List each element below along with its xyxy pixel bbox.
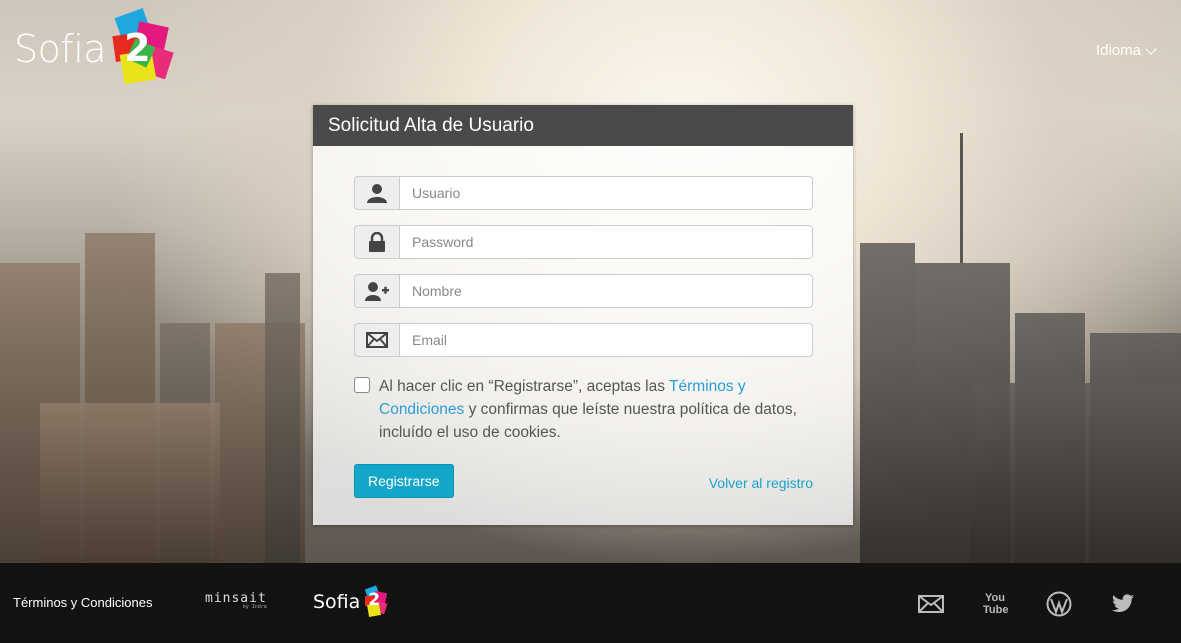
footer-logo-mark-icon: 2 [362, 585, 388, 617]
card-title: Solicitud Alta de Usuario [313, 105, 853, 146]
footer: Términos y Condiciones minsait by Indra … [0, 563, 1181, 643]
add-user-icon [354, 274, 399, 308]
email-input[interactable] [399, 323, 813, 357]
register-button[interactable]: Registrarse [354, 464, 454, 498]
chevron-down-icon [1145, 42, 1157, 55]
minsait-logo[interactable]: minsait by Indra [205, 591, 267, 610]
footer-terms-link[interactable]: Términos y Condiciones [13, 595, 152, 610]
password-field [354, 225, 813, 259]
terms-prefix: Al hacer clic en “Registrarse”, aceptas … [379, 378, 670, 395]
wordpress-icon[interactable] [1044, 589, 1074, 619]
mail-icon[interactable] [916, 589, 946, 619]
footer-logo-number: 2 [368, 590, 381, 610]
language-label: Idioma [1095, 42, 1141, 59]
logo-mark-icon: 2 [108, 8, 174, 86]
terms-checkbox[interactable] [354, 377, 370, 393]
language-dropdown[interactable]: Idioma [1095, 42, 1157, 59]
logo-number: 2 [124, 26, 151, 70]
lock-icon [354, 225, 399, 259]
terms-agreement: Al hacer clic en “Registrarse”, aceptas … [354, 375, 813, 444]
sofia2-logo[interactable]: Sofia 2 [14, 8, 174, 86]
twitter-icon[interactable] [1108, 589, 1138, 619]
youtube-icon[interactable]: You Tube [980, 589, 1010, 619]
username-input[interactable] [399, 176, 813, 210]
username-field [354, 176, 813, 210]
youtube-text: You Tube [983, 592, 1009, 616]
email-field [354, 323, 813, 357]
logo-text: Sofia [14, 27, 107, 71]
name-field [354, 274, 813, 308]
user-icon [354, 176, 399, 210]
envelope-icon [354, 323, 399, 357]
footer-sofia2-logo[interactable]: Sofia 2 [313, 585, 388, 617]
form-actions: Registrarse Volver al registro [354, 464, 813, 498]
name-input[interactable] [399, 274, 813, 308]
password-input[interactable] [399, 225, 813, 259]
footer-logo-text: Sofia [313, 591, 361, 613]
terms-text: Al hacer clic en “Registrarse”, aceptas … [379, 375, 799, 444]
back-to-register-link[interactable]: Volver al registro [709, 475, 813, 491]
registration-card: Solicitud Alta de Usuario Usuario Nombre… [313, 105, 853, 525]
